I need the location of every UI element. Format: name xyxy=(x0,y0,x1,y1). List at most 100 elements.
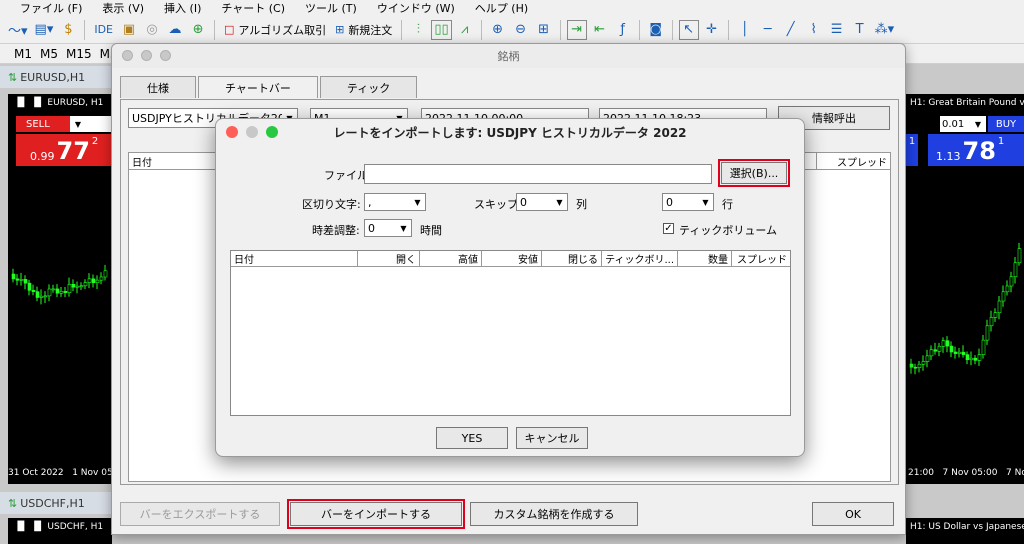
cloud-icon[interactable]: ☁ xyxy=(165,20,185,40)
tick-volume-label: ティックボリューム xyxy=(679,224,778,237)
zoom-window-icon[interactable] xyxy=(160,50,171,61)
screenshot-icon[interactable]: ◙ xyxy=(646,20,666,40)
col-tick-volume[interactable]: ティックボリ... xyxy=(602,251,678,266)
menu-file[interactable]: ファイル (F) xyxy=(10,0,92,16)
skip-rows-select[interactable]: 0 ▼ xyxy=(662,193,714,211)
tab-chart-bars[interactable]: チャートバー xyxy=(198,76,318,98)
new-order-label: 新規注文 xyxy=(348,23,393,37)
crosshair-icon[interactable]: ✛ xyxy=(702,20,722,40)
chart-tab-usdchf[interactable]: ⇅ USDCHF,H1 xyxy=(0,492,111,514)
tick-volume-checkbox[interactable]: ✓ xyxy=(663,223,674,234)
close-dialog-icon[interactable] xyxy=(226,126,238,138)
col-close[interactable]: 閉じる xyxy=(542,251,602,266)
horizontal-line-icon[interactable]: ─ xyxy=(758,20,778,40)
chart-pane-usdjpy[interactable]: H1: US Dollar vs Japanese Y xyxy=(906,518,1024,544)
buy-price-box[interactable]: 1.13 78 1 xyxy=(928,134,1024,166)
export-bars-button[interactable]: バーをエクスポートする xyxy=(120,502,280,526)
line-icon[interactable]: ⩘ xyxy=(455,20,475,40)
candle-body xyxy=(35,291,40,298)
dollar-icon[interactable]: $ xyxy=(58,20,78,40)
browse-button[interactable]: 選択(B)... xyxy=(718,159,790,187)
lot-input[interactable]: 0.01 xyxy=(940,116,970,132)
algo-trading-button[interactable]: □ アルゴリズム取引 xyxy=(221,20,329,40)
sell-price-edge[interactable]: 1 xyxy=(906,134,918,166)
vertical-line-icon[interactable]: │ xyxy=(735,20,755,40)
fibonacci-icon[interactable]: ☰ xyxy=(827,20,847,40)
menu-chart[interactable]: チャート (C) xyxy=(211,0,295,16)
shapes-icon[interactable]: ⁂▾ xyxy=(873,20,897,40)
ok-button[interactable]: OK xyxy=(812,502,894,526)
lot-dropdown-arrow[interactable]: ▼ xyxy=(70,116,86,132)
vps-icon[interactable]: ⊕ xyxy=(188,20,208,40)
col-spread[interactable]: スプレッド xyxy=(732,251,790,266)
trendline-icon[interactable]: ╱ xyxy=(781,20,801,40)
zoom-dialog-icon[interactable] xyxy=(266,126,278,138)
chart-tab-label: EURUSD,H1 xyxy=(20,70,86,84)
sell-button[interactable]: SELL xyxy=(16,116,70,132)
close-window-icon[interactable] xyxy=(122,50,133,61)
lot-input[interactable] xyxy=(86,116,112,132)
col-spread[interactable]: スプレッド xyxy=(817,153,890,169)
col-volume[interactable]: 数量 xyxy=(678,251,732,266)
menu-view[interactable]: 表示 (V) xyxy=(92,0,154,16)
timeframe-m5[interactable]: M5 xyxy=(40,47,58,61)
sell-price-box[interactable]: 0.99 77 2 xyxy=(16,134,112,166)
cancel-button[interactable]: キャンセル xyxy=(516,427,588,449)
chart-pane-eurusd[interactable]: ▐▌ ▐▌ EURUSD, H1 SELL ▼ 0.99 77 2 31 Oct… xyxy=(8,94,112,484)
sell-price-small: 0.99 xyxy=(30,150,55,163)
import-preview-table[interactable]: 日付 開く 高値 安値 閉じる ティックボリ... 数量 スプレッド xyxy=(230,250,791,416)
menu-window[interactable]: ウインドウ (W) xyxy=(367,0,465,16)
chart-symbol-title: H1: US Dollar vs Japanese Y xyxy=(910,522,1024,532)
timezone-select[interactable]: 0 ▼ xyxy=(364,219,412,237)
tile-windows-icon[interactable]: ⊞ xyxy=(534,20,554,40)
chart-window-icon[interactable]: ▤▾ xyxy=(33,20,56,40)
skip-columns-select[interactable]: 0 ▼ xyxy=(516,193,568,211)
candle-body xyxy=(91,278,96,284)
sell-price-big: 77 xyxy=(56,137,90,165)
minimize-window-icon[interactable] xyxy=(141,50,152,61)
bar-chart-icon[interactable]: ⫶ xyxy=(408,20,428,40)
chart-pane-usdchf[interactable]: ▐▌ ▐▌ USDCHF, H1 xyxy=(8,518,112,544)
new-order-button[interactable]: ⊞ 新規注文 xyxy=(332,20,395,40)
col-date[interactable]: 日付 xyxy=(231,251,358,266)
minimize-dialog-icon[interactable] xyxy=(246,126,258,138)
chart-shift-icon[interactable]: ⇤ xyxy=(590,20,610,40)
plus-icon: ⊞ xyxy=(335,23,345,36)
chart-tab-eurusd[interactable]: ⇅ EURUSD,H1 xyxy=(0,66,111,88)
tab-ticks[interactable]: ティック xyxy=(319,76,418,98)
menu-insert[interactable]: 挿入 (I) xyxy=(154,0,211,16)
menu-help[interactable]: ヘルプ (H) xyxy=(465,0,538,16)
candle-body xyxy=(11,273,16,280)
briefcase-icon[interactable]: ▣ xyxy=(119,20,139,40)
tab-specification[interactable]: 仕様 xyxy=(120,76,196,98)
line-chart-icon[interactable]: 〜▾ xyxy=(6,20,30,40)
file-path-input[interactable] xyxy=(364,164,712,184)
signal-icon[interactable]: ◎ xyxy=(142,20,162,40)
menu-tools[interactable]: ツール (T) xyxy=(295,0,367,16)
autoscroll-icon[interactable]: ⇥ xyxy=(566,19,587,40)
import-bars-button[interactable]: バーをインポートする xyxy=(287,499,465,529)
separator-select[interactable]: , ▼ xyxy=(364,193,426,211)
chart-pane-gbpusd[interactable]: H1: Great Britain Pound vs U 0.01 ▼ BUY … xyxy=(906,94,1024,484)
lot-dropdown-arrow[interactable]: ▼ xyxy=(970,116,986,132)
tools-icon[interactable]: ⌇ xyxy=(804,20,824,40)
ide-button[interactable]: IDE xyxy=(91,20,116,40)
col-high[interactable]: 高値 xyxy=(420,251,482,266)
candlestick-icon[interactable]: ▯▯ xyxy=(431,19,452,40)
timeframe-m15[interactable]: M15 xyxy=(66,47,92,61)
col-low[interactable]: 安値 xyxy=(482,251,542,266)
zoom-in-icon[interactable]: ⊕ xyxy=(488,20,508,40)
indicators-icon[interactable]: ƒ xyxy=(613,20,633,40)
buy-button[interactable]: BUY xyxy=(988,116,1024,132)
zoom-out-icon[interactable]: ⊖ xyxy=(511,20,531,40)
col-open[interactable]: 開く xyxy=(358,251,420,266)
candle-body xyxy=(977,354,982,361)
text-icon[interactable]: T xyxy=(850,20,870,40)
columns-unit-label: 列 xyxy=(576,198,587,211)
toolbar-separator xyxy=(401,19,403,40)
candle-body xyxy=(95,279,100,284)
yes-button[interactable]: YES xyxy=(436,427,508,449)
timeframe-m1[interactable]: M1 xyxy=(14,47,32,61)
cursor-icon[interactable]: ↖ xyxy=(678,19,699,40)
create-custom-symbol-button[interactable]: カスタム銘柄を作成する xyxy=(470,502,638,526)
